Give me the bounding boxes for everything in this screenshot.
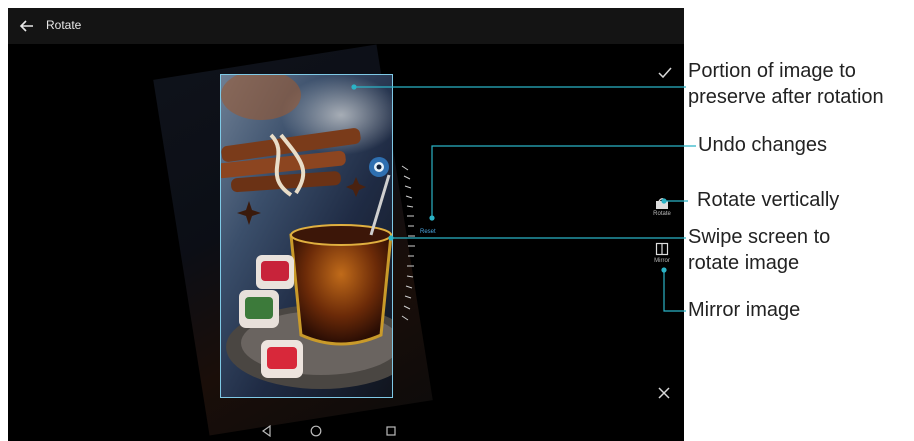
- callout-portion-line1: Portion of image to: [688, 60, 856, 82]
- rotate-icon: [656, 198, 668, 209]
- photo-image: [221, 75, 392, 397]
- rotate-button[interactable]: Rotate: [647, 197, 677, 217]
- callout-swipe-line2: rotate image: [688, 252, 800, 274]
- mirror-label: Mirror: [654, 258, 670, 264]
- reset-button[interactable]: Reset: [420, 229, 436, 235]
- page-title: Rotate: [46, 18, 82, 32]
- top-bar: Rotate: [8, 8, 684, 44]
- navigation-bar: [8, 421, 684, 441]
- close-icon[interactable]: [657, 386, 671, 400]
- mirror-icon: [655, 242, 669, 256]
- arrow-left-icon[interactable]: [18, 17, 36, 35]
- callout-mirror: Mirror image: [688, 299, 801, 321]
- screen: Rotate Reset Rotate Mirror: [8, 8, 684, 441]
- rotation-dial[interactable]: [390, 158, 426, 328]
- triangle-back-icon[interactable]: [261, 425, 273, 437]
- check-icon[interactable]: [657, 65, 673, 81]
- rotate-label: Rotate: [653, 211, 671, 217]
- mirror-button[interactable]: Mirror: [647, 242, 677, 264]
- callout-portion-line2: preserve after rotation: [688, 86, 884, 108]
- crop-frame[interactable]: [220, 74, 393, 398]
- callout-undo: Undo changes: [698, 134, 827, 156]
- callout-rotate-vertically: Rotate vertically: [697, 189, 840, 211]
- circle-home-icon[interactable]: [310, 425, 322, 437]
- callout-swipe-line1: Swipe screen to: [688, 226, 831, 248]
- square-recent-icon[interactable]: [385, 425, 397, 437]
